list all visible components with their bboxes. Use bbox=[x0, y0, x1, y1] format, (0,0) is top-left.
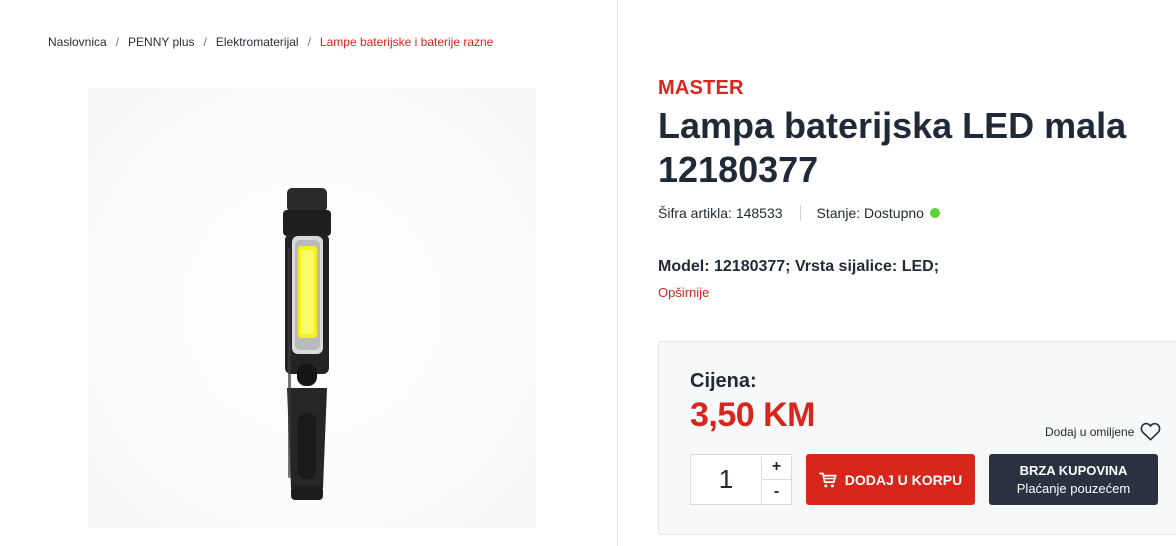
breadcrumb: Naslovnica / PENNY plus / Elektromaterij… bbox=[48, 35, 493, 49]
price-label: Cijena: bbox=[690, 370, 757, 392]
quantity-increase-button[interactable]: + bbox=[762, 455, 791, 480]
favorites-label: Dodaj u omiljene bbox=[1045, 424, 1135, 439]
cart-icon bbox=[818, 472, 837, 487]
product-meta: Šifra artikla: 148533 Stanje: Dostupno bbox=[658, 205, 940, 221]
purchase-box: Cijena: 3,50 KM Dodaj u omiljene + - DOD… bbox=[658, 341, 1176, 535]
breadcrumb-separator: / bbox=[115, 35, 120, 49]
more-details-link[interactable]: Opširnije bbox=[658, 285, 709, 300]
quantity-decrease-button[interactable]: - bbox=[762, 480, 791, 504]
product-title: Lampa baterijska LED mala 12180377 bbox=[658, 105, 1127, 190]
quantity-steps: + - bbox=[761, 455, 791, 504]
product-specs: Model: 12180377; Vrsta sijalice: LED; bbox=[658, 258, 940, 275]
quantity-input[interactable] bbox=[691, 455, 761, 504]
quantity-stepper: + - bbox=[690, 454, 792, 505]
product-brand[interactable]: MASTER bbox=[658, 77, 744, 100]
breadcrumb-penny-plus[interactable]: PENNY plus bbox=[128, 35, 194, 49]
stock-label: Stanje: bbox=[816, 205, 861, 221]
quick-buy-title: BRZA KUPOVINA bbox=[1019, 463, 1128, 478]
heart-icon bbox=[1141, 422, 1161, 441]
stock-status-dot bbox=[929, 208, 940, 218]
breadcrumb-current-category[interactable]: Lampe baterijske i baterije razne bbox=[320, 35, 493, 49]
add-to-favorites[interactable]: Dodaj u omiljene bbox=[1045, 422, 1161, 441]
flashlight-image[interactable] bbox=[277, 188, 337, 508]
quick-buy-button[interactable]: BRZA KUPOVINA Plaćanje pouzećem bbox=[989, 454, 1158, 505]
add-to-cart-button[interactable]: DODAJ U KORPU bbox=[806, 454, 975, 505]
stock-value: Dostupno bbox=[864, 205, 924, 221]
price-value: 3,50 KM bbox=[690, 396, 816, 434]
breadcrumb-elektromaterijal[interactable]: Elektromaterijal bbox=[216, 35, 299, 49]
breadcrumb-separator: / bbox=[307, 35, 311, 49]
sku-value: 148533 bbox=[735, 205, 783, 221]
add-to-cart-label: DODAJ U KORPU bbox=[844, 471, 963, 488]
column-divider bbox=[617, 0, 618, 546]
breadcrumb-home[interactable]: Naslovnica bbox=[48, 35, 107, 49]
sku-label: Šifra artikla: bbox=[658, 205, 732, 221]
breadcrumb-separator: / bbox=[203, 35, 207, 49]
meta-separator bbox=[799, 205, 801, 221]
quick-buy-subtitle: Plaćanje pouzećem bbox=[1016, 481, 1131, 496]
